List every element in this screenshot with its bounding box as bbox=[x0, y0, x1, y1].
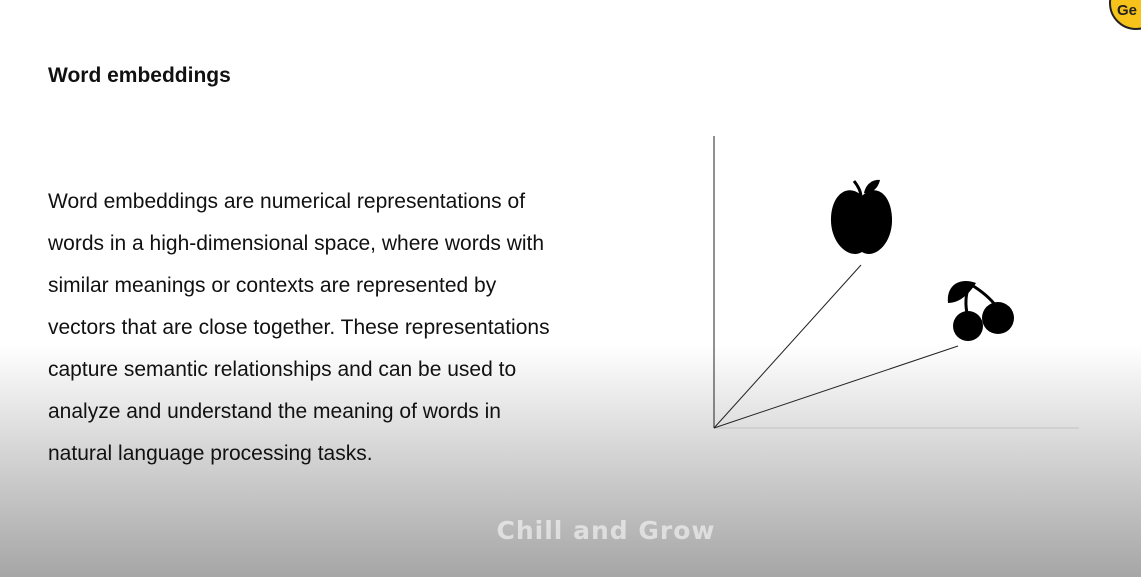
channel-logo-badge: Ge bbox=[1109, 0, 1141, 30]
body-line: natural language processing tasks. bbox=[48, 442, 373, 465]
body-line: similar meanings or contexts are represe… bbox=[48, 274, 497, 297]
slide-title: Word embeddings bbox=[48, 64, 231, 87]
slide-body: Word embeddings are numerical representa… bbox=[48, 181, 648, 475]
cherry-icon bbox=[947, 281, 1014, 341]
body-line: words in a high-dimensional space, where… bbox=[48, 232, 545, 255]
embedding-vector-diagram bbox=[713, 136, 1079, 429]
apple-icon bbox=[830, 179, 893, 254]
body-line: analyze and understand the meaning of wo… bbox=[48, 400, 501, 423]
watermark: Chill and Grow bbox=[496, 516, 716, 545]
body-line: Word embeddings are numerical representa… bbox=[48, 190, 526, 213]
body-line: vectors that are close together. These r… bbox=[48, 316, 550, 339]
logo-text: Ge bbox=[1117, 2, 1138, 19]
body-line: capture semantic relationships and can b… bbox=[48, 358, 517, 381]
